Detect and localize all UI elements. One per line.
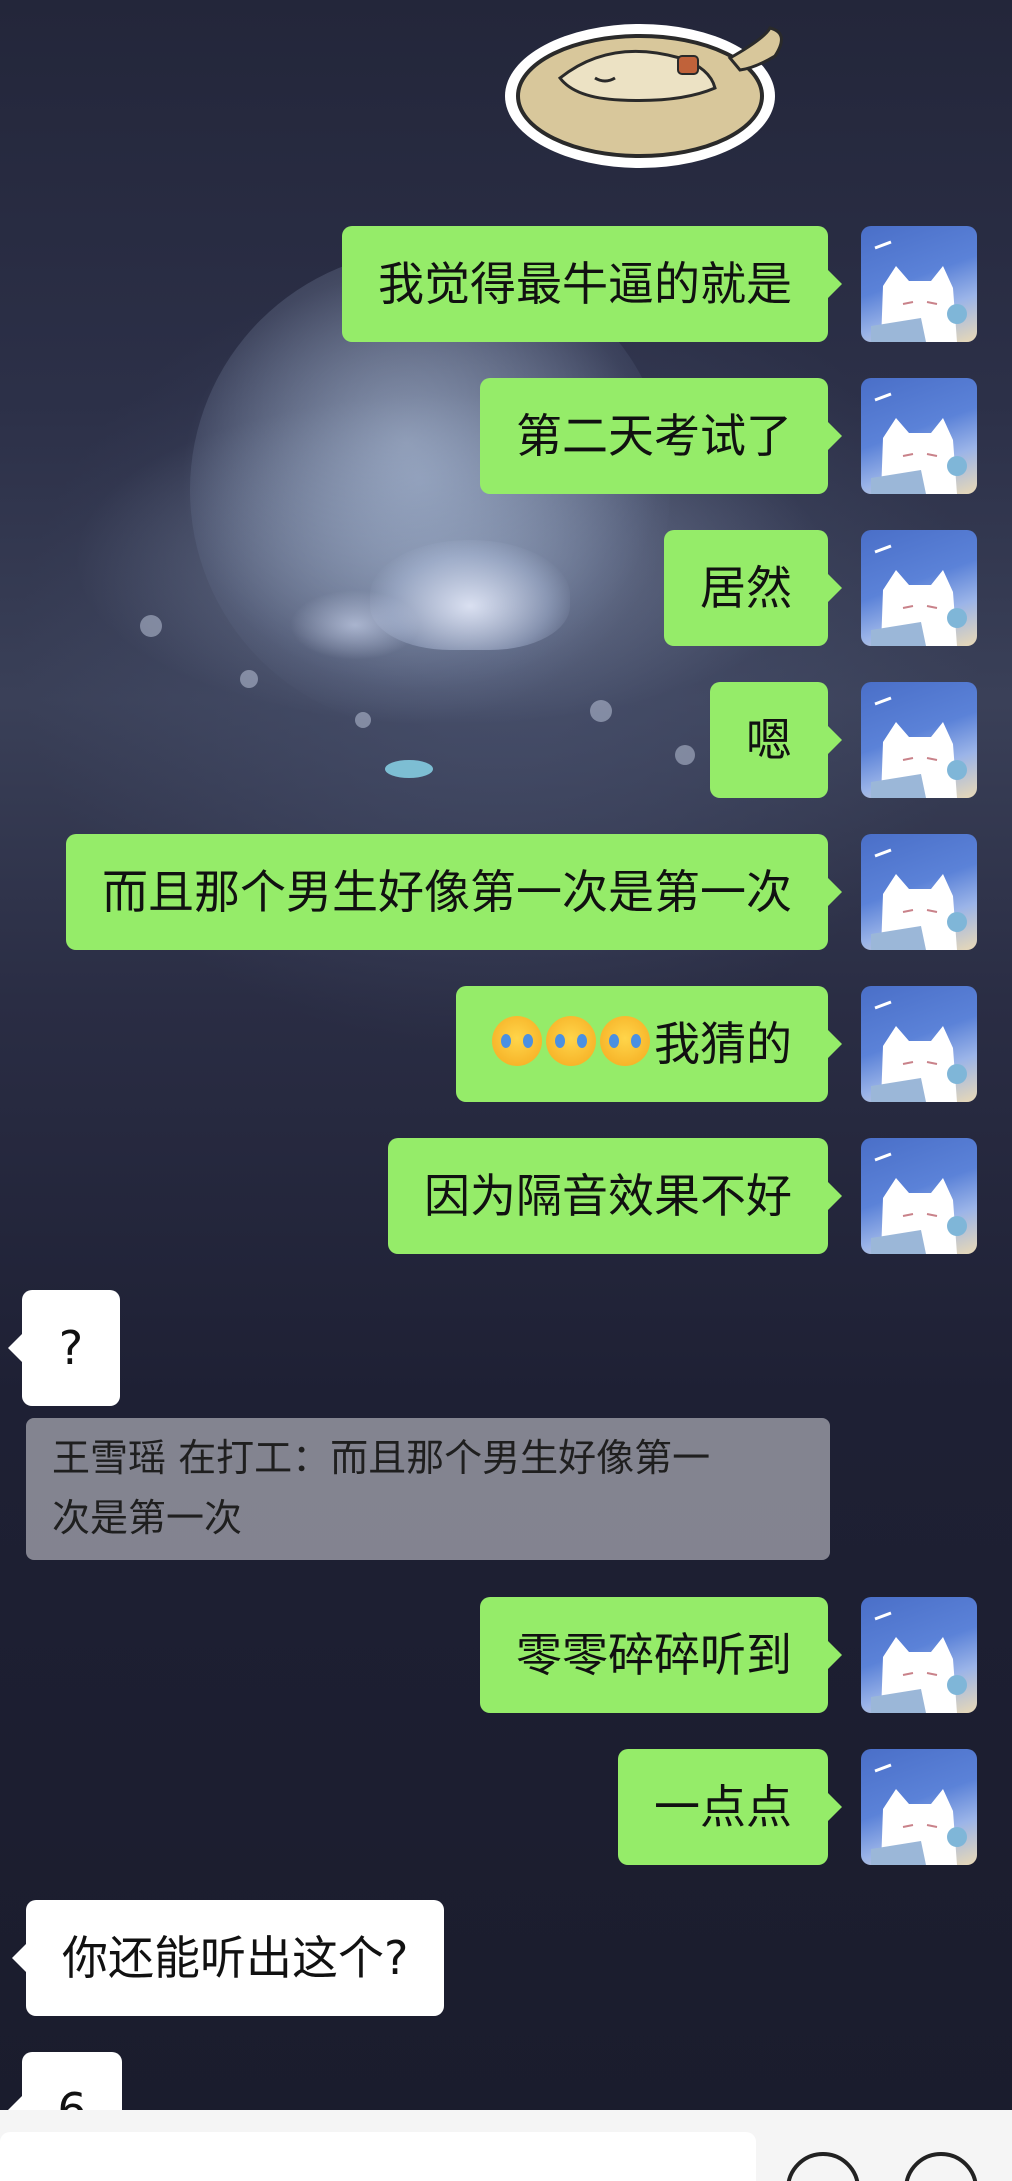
message-row-outgoing: 因为隔音效果不好 — [0, 1138, 1012, 1254]
white-cat-avatar-icon — [871, 240, 967, 342]
message-bubble-outgoing[interactable]: 零零碎碎听到 — [480, 1597, 842, 1713]
white-cat-avatar-icon — [871, 392, 967, 494]
message-row-outgoing: 我觉得最牛逼的就是 — [0, 226, 1012, 342]
message-row-incoming: ? — [0, 1290, 1012, 1406]
message-text: 我猜的 — [654, 1017, 792, 1071]
white-cat-avatar-icon — [871, 1611, 967, 1713]
input-bar — [0, 2110, 1012, 2181]
message-bubble-outgoing[interactable]: 一点点 — [618, 1749, 842, 1865]
message-row-outgoing: 而且那个男生好像第一次是第一次 — [0, 834, 1012, 950]
user-avatar[interactable] — [861, 682, 977, 798]
message-row-outgoing: 嗯 — [0, 682, 1012, 798]
message-row-outgoing: 我猜的 — [0, 986, 1012, 1102]
message-row-outgoing: 居然 — [0, 530, 1012, 646]
white-cat-avatar-icon — [871, 696, 967, 798]
user-avatar[interactable] — [861, 226, 977, 342]
message-bubble-outgoing[interactable]: 居然 — [664, 530, 842, 646]
message-row-outgoing: 第二天考试了 — [0, 378, 1012, 494]
white-cat-avatar-icon — [871, 1152, 967, 1254]
white-cat-avatar-icon — [871, 848, 967, 950]
message-row-outgoing: 零零碎碎听到 — [0, 1597, 1012, 1713]
white-cat-avatar-icon — [871, 1000, 967, 1102]
white-cat-avatar-icon — [871, 544, 967, 646]
message-bubble-incoming[interactable]: ? — [8, 1290, 120, 1406]
message-row-incoming: 你还能听出这个? — [0, 1900, 1012, 2016]
sleeping-creature-sticker[interactable] — [500, 8, 820, 168]
message-bubble-outgoing[interactable]: 我觉得最牛逼的就是 — [342, 226, 842, 342]
message-bubble-outgoing[interactable]: 而且那个男生好像第一次是第一次 — [66, 834, 842, 950]
user-avatar[interactable] — [861, 986, 977, 1102]
user-avatar[interactable] — [861, 378, 977, 494]
crying-laughing-emoji-icon — [546, 1016, 596, 1066]
message-bubble-outgoing[interactable]: 第二天考试了 — [480, 378, 842, 494]
user-avatar[interactable] — [861, 1749, 977, 1865]
user-avatar[interactable] — [861, 834, 977, 950]
message-bubble-incoming[interactable]: 你还能听出这个? — [11, 1900, 445, 2016]
quoted-message-line: 王雪瑶 在打工：而且那个男生好像第一 — [52, 1436, 711, 1480]
white-cat-avatar-icon — [871, 1763, 967, 1865]
quoted-message-line: 次是第一次 — [52, 1496, 243, 1540]
message-input[interactable] — [0, 2132, 756, 2181]
crying-laughing-emoji-icon — [600, 1016, 650, 1066]
user-avatar[interactable] — [861, 530, 977, 646]
message-bubble-outgoing[interactable]: 我猜的 — [456, 986, 842, 1102]
message-bubble-outgoing[interactable]: 因为隔音效果不好 — [388, 1138, 842, 1254]
user-avatar[interactable] — [861, 1597, 977, 1713]
emoji-button-icon[interactable] — [786, 2152, 860, 2181]
plus-button-icon[interactable] — [904, 2152, 978, 2181]
quoted-message[interactable]: 王雪瑶 在打工：而且那个男生好像第一 次是第一次 — [26, 1418, 830, 1560]
crying-laughing-emoji-icon — [492, 1016, 542, 1066]
message-row-outgoing: 一点点 — [0, 1749, 1012, 1865]
user-avatar[interactable] — [861, 1138, 977, 1254]
message-bubble-outgoing[interactable]: 嗯 — [710, 682, 842, 798]
